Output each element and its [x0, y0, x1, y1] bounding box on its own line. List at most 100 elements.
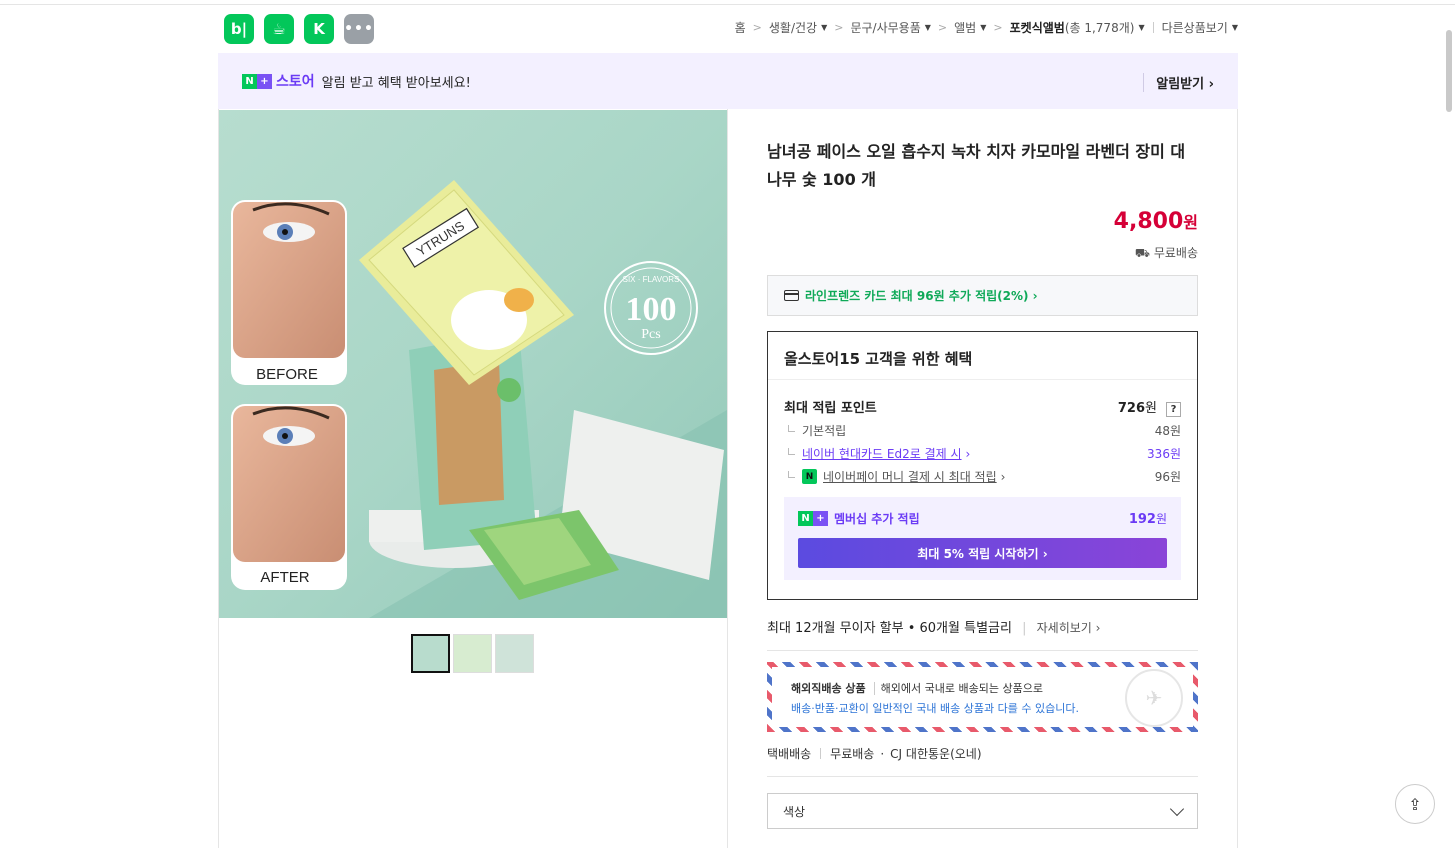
membership-row: N + 멤버십 추가 적립 192원	[798, 510, 1167, 527]
product-price: 4,800원	[767, 209, 1198, 234]
pcs-unit-label: Pcs	[641, 327, 660, 342]
chevron-right-icon: ›	[965, 446, 971, 461]
page-scrollbar[interactable]	[1446, 30, 1452, 112]
thumbnail-2[interactable]	[453, 634, 492, 673]
breadcrumb-separator-icon: >	[752, 21, 762, 34]
breadcrumb-separator-icon: >	[993, 21, 1003, 34]
column-divider	[727, 109, 728, 848]
product-image-art: BEFORE AFTER YTRUNS SIX · FLAVORS 100 Pc…	[231, 180, 727, 618]
breadcrumb-category-1[interactable]: 생활/건강 ▼	[769, 19, 827, 36]
credit-card-icon	[784, 290, 799, 301]
membership-start-button[interactable]: 최대 5% 적립 시작하기 ›	[798, 538, 1167, 568]
breadcrumb: 홈 > 생활/건강 ▼ > 문구/사무용품 ▼ > 앨범 ▼ > 포켓식앨범 (총 1,…	[735, 19, 1238, 36]
alarm-subscribe-button[interactable]: 알림받기 ›	[1143, 73, 1214, 92]
points-detail-row: 기본적립 48원	[784, 422, 1181, 439]
breadcrumb-category-4[interactable]: 포켓식앨범 (총 1,778개) ▼	[1010, 19, 1145, 36]
delivery-type: 택배배송	[767, 747, 812, 761]
breadcrumb-home[interactable]: 홈	[735, 19, 746, 36]
tree-corner-icon	[788, 448, 795, 455]
option-placeholder: 색상	[783, 804, 806, 819]
breadcrumb-label: 생활/건강	[768, 21, 818, 35]
basic-points-label: 기본적립	[802, 424, 847, 438]
membership-value: 192	[1128, 512, 1156, 527]
overseas-title: 해외직배송 상품	[791, 682, 875, 695]
membership-unit: 원	[1155, 512, 1167, 526]
breadcrumb-category-3[interactable]: 앨범 ▼	[954, 19, 986, 36]
naver-n-icon: N	[242, 73, 257, 89]
installment-detail-link[interactable]: 자세히보기 ›	[1037, 621, 1101, 635]
naver-pay-value: 96원	[1154, 470, 1181, 484]
naver-pay-link[interactable]: 네이버페이 머니 결제 시 최대 적립	[823, 468, 997, 485]
naver-plus-icon: N +	[242, 73, 272, 89]
store-notice-banner: N + 스토어 알림 받고 혜택 받아보세요! 알림받기 ›	[218, 53, 1238, 109]
naver-pay-icon: N	[802, 469, 817, 484]
membership-box: N + 멤버십 추가 적립 192원 최대 5% 적립 시작하기 ›	[784, 497, 1181, 580]
overseas-line-1: 해외직배송 상품 해외에서 국내로 배송되는 상품으로	[791, 680, 1043, 696]
product-title: 남녀공 페이스 오일 흡수지 녹차 치자 카모마일 라벤더 장미 대나무 숯 1…	[767, 142, 1186, 189]
share-icon: ⇪	[1408, 794, 1422, 814]
kstore-app-icon[interactable]: K	[304, 14, 334, 44]
basic-points-value: 48원	[1154, 424, 1181, 438]
app-icon-bar: b| ☕ K •••	[224, 14, 374, 44]
other-products-label: 다른상품보기	[1161, 21, 1228, 35]
caret-down-icon: ▼	[1231, 23, 1238, 32]
product-info-panel: 남녀공 페이스 오일 흡수지 녹차 치자 카모마일 라벤더 장미 대나무 숯 1…	[767, 138, 1198, 829]
hyundai-card-link[interactable]: 네이버 현대카드 Ed2로 결제 시	[802, 445, 962, 462]
flavors-label: SIX · FLAVORS	[623, 275, 680, 284]
share-button[interactable]: ⇪	[1395, 784, 1435, 824]
naver-plus-icon: N +	[798, 511, 828, 526]
pcs-count-label: 100	[626, 291, 677, 328]
hyundai-card-value: 336원	[1147, 447, 1181, 461]
caret-down-icon: ▼	[821, 23, 828, 32]
installment-info: 최대 12개월 무이자 할부 • 60개월 특별금리 | 자세히보기 ›	[767, 617, 1198, 651]
naver-n-icon: N	[798, 511, 813, 526]
tree-corner-icon	[788, 425, 795, 432]
price-value: 4,800	[1113, 209, 1184, 234]
benefit-title: 올스토어15 고객을 위한 혜택	[768, 332, 1197, 380]
caret-down-icon: ▼	[924, 23, 931, 32]
shipping-info: ⛟ 무료배송	[767, 244, 1198, 262]
caret-down-icon: ▼	[980, 23, 987, 32]
more-apps-icon[interactable]: •••	[344, 14, 374, 44]
tree-corner-icon	[788, 471, 795, 478]
card-benefit-link[interactable]: 라인프렌즈 카드 최대 96원 추가 적립(2%) ›	[767, 275, 1198, 316]
chevron-down-icon	[1169, 801, 1185, 817]
blog-app-icon[interactable]: b|	[224, 14, 254, 44]
other-products-button[interactable]: 다른상품보기 ▼	[1162, 19, 1238, 36]
points-unit: 원	[1145, 401, 1157, 416]
breadcrumb-label: 포켓식앨범	[1009, 21, 1065, 35]
shipping-label: 무료배송	[1153, 246, 1198, 260]
plus-icon: +	[257, 73, 272, 89]
points-value: 726	[1117, 401, 1146, 416]
points-value-group: 726원?	[1118, 397, 1181, 417]
thumbnail-1[interactable]	[411, 634, 450, 673]
thumbnail-list	[411, 634, 534, 673]
product-main-image[interactable]: BEFORE AFTER YTRUNS SIX · FLAVORS 100 Pc…	[219, 110, 727, 618]
plus-icon: +	[813, 511, 828, 526]
divider: |	[1022, 621, 1027, 636]
cafe-app-icon[interactable]: ☕	[264, 14, 294, 44]
notice-message: 알림 받고 혜택 받아보세요!	[321, 75, 471, 91]
points-label: 최대 적립 포인트	[784, 401, 877, 416]
top-border	[0, 0, 1455, 5]
points-detail-row: N 네이버페이 머니 결제 시 최대 적립 › 96원	[784, 468, 1181, 485]
breadcrumb-category-2[interactable]: 문구/사무용품 ▼	[850, 19, 930, 36]
delivery-fee: 무료배송	[830, 747, 875, 761]
color-option-select[interactable]: 색상	[767, 793, 1198, 829]
overseas-delivery-notice: 해외직배송 상품 해외에서 국내로 배송되는 상품으로 배송·반품·교환이 일반적…	[767, 662, 1198, 732]
help-icon[interactable]: ?	[1166, 402, 1181, 417]
truck-icon: ⛟	[1134, 246, 1154, 260]
divider	[820, 748, 822, 759]
breadcrumb-count: (총 1,778개)	[1064, 21, 1135, 35]
breadcrumb-separator-icon: >	[834, 21, 844, 34]
thumbnail-3[interactable]	[495, 634, 534, 673]
overseas-desc: 해외에서 국내로 배송되는 상품으로	[880, 682, 1043, 695]
store-label: 스토어	[276, 74, 315, 90]
caret-down-icon: ▼	[1138, 23, 1145, 32]
benefit-box: 올스토어15 고객을 위한 혜택 최대 적립 포인트 726원? 기본적립 48…	[767, 331, 1198, 600]
card-benefit-label: 라인프렌즈 카드 최대 96원 추가 적립(2%) ›	[805, 289, 1038, 303]
points-row: 최대 적립 포인트 726원?	[784, 397, 1181, 417]
points-detail-row: 네이버 현대카드 Ed2로 결제 시 › 336원	[784, 445, 1181, 462]
overseas-note: 배송·반품·교환이 일반적인 국내 배송 상품과 다를 수 있습니다.	[791, 702, 1079, 715]
membership-value-group: 192원	[1129, 510, 1167, 527]
